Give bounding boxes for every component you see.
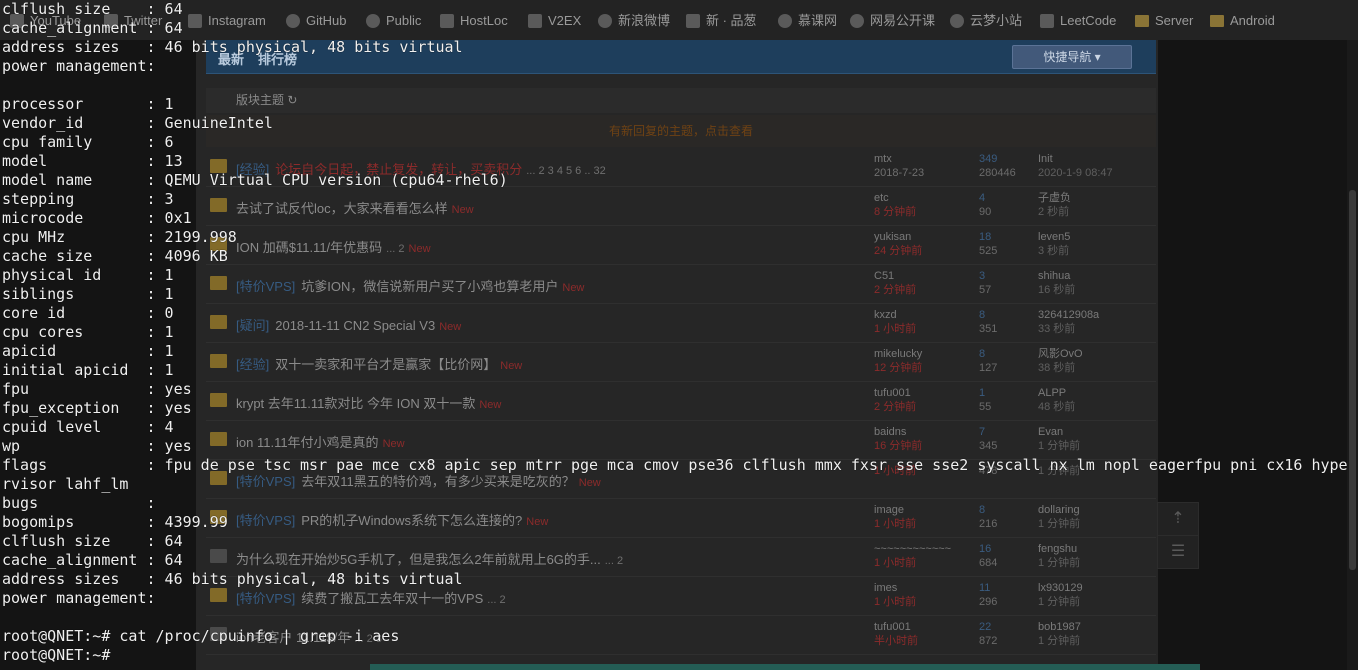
terminal-line: cache_alignment : 64 bbox=[2, 551, 183, 569]
terminal-line: cpuid level : 4 bbox=[2, 418, 174, 436]
terminal-line: root@QNET:~# bbox=[2, 646, 120, 664]
terminal-line: clflush size : 64 bbox=[2, 0, 183, 18]
terminal-line: power management: bbox=[2, 57, 156, 75]
terminal-line: fpu : yes bbox=[2, 380, 192, 398]
terminal-line: root@QNET:~# cat /proc/cpuinfo | grep -i… bbox=[2, 627, 400, 645]
terminal-line: rvisor lahf_lm bbox=[2, 475, 129, 493]
terminal-line: vendor_id : GenuineIntel bbox=[2, 114, 273, 132]
terminal-line: cache size : 4096 KB bbox=[2, 247, 228, 265]
terminal-line: cpu family : 6 bbox=[2, 133, 174, 151]
terminal-output[interactable]: clflush size : 64 cache_alignment : 64 add… bbox=[2, 0, 1358, 670]
terminal-line: stepping : 3 bbox=[2, 190, 174, 208]
terminal-line: address sizes : 46 bits physical, 48 bit… bbox=[2, 570, 463, 588]
terminal-line: fpu_exception : yes bbox=[2, 399, 192, 417]
terminal-line: wp : yes bbox=[2, 437, 192, 455]
terminal-line: bogomips : 4399.99 bbox=[2, 513, 228, 531]
terminal-line: siblings : 1 bbox=[2, 285, 174, 303]
terminal-line: microcode : 0x1 bbox=[2, 209, 192, 227]
terminal-line: apicid : 1 bbox=[2, 342, 174, 360]
terminal-line: bugs : bbox=[2, 494, 156, 512]
terminal-line: initial apicid : 1 bbox=[2, 361, 174, 379]
terminal-line: clflush size : 64 bbox=[2, 532, 183, 550]
terminal-line: cpu cores : 1 bbox=[2, 323, 174, 341]
terminal-line: flags : fpu de pse tsc msr pae mce cx8 a… bbox=[2, 456, 1348, 474]
terminal-line: core id : 0 bbox=[2, 304, 174, 322]
terminal-line: model name : QEMU Virtual CPU version (c… bbox=[2, 171, 508, 189]
terminal-line: cpu MHz : 2199.998 bbox=[2, 228, 237, 246]
terminal-line: address sizes : 46 bits physical, 48 bit… bbox=[2, 38, 463, 56]
terminal-line: processor : 1 bbox=[2, 95, 174, 113]
terminal-line: physical id : 1 bbox=[2, 266, 174, 284]
terminal-line: model : 13 bbox=[2, 152, 183, 170]
terminal-line: cache_alignment : 64 bbox=[2, 19, 183, 37]
terminal-line: power management: bbox=[2, 589, 156, 607]
